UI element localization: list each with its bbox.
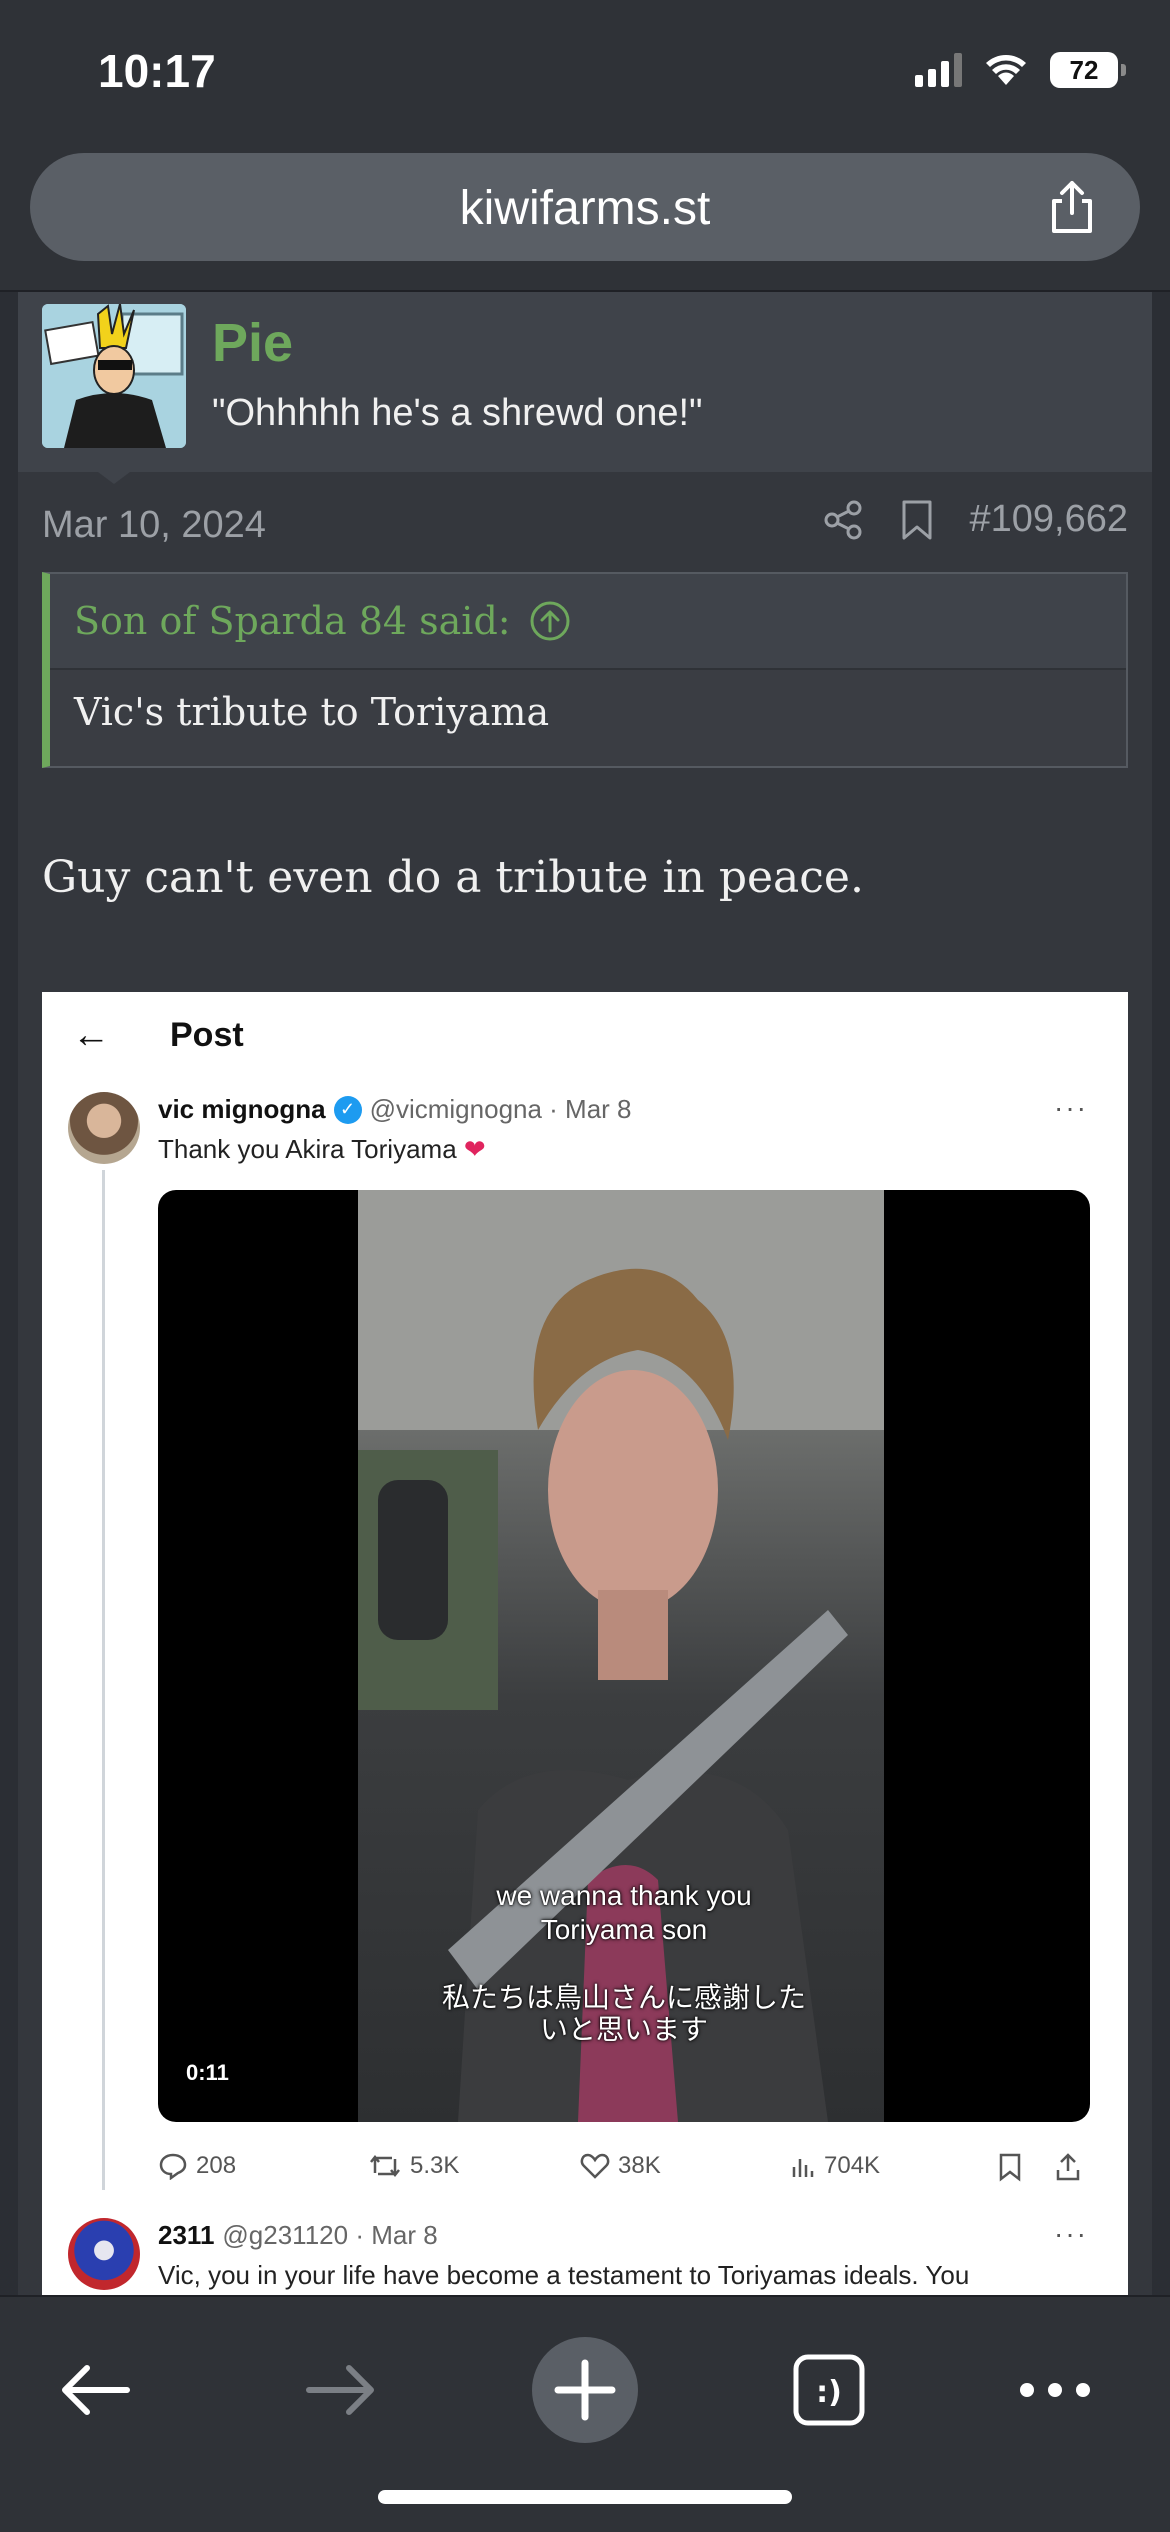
back-icon [62,2365,130,2415]
tweet-bookmark-icon [999,2153,1021,2182]
reply-more-options-icon: ··· [1054,2218,1088,2249]
url-text: kiwifarms.st [459,182,711,235]
tweet-nav-title: Post [170,1016,244,1054]
status-time: 10:17 [98,45,216,97]
quote-header[interactable]: Son of Sparda 84 said: [50,574,1126,670]
reply-count: 208 [158,2152,236,2180]
svg-text::): :) [816,2375,842,2410]
like-count: 38K [580,2152,661,2180]
cellular-signal-icon [915,53,962,87]
avatar-image [42,304,186,448]
back-button[interactable] [40,2335,150,2445]
repost-count: 5.3K [368,2152,459,2180]
post-meta: Mar 10, 2024 #109,662 [42,498,1128,558]
like-icon [580,2153,610,2179]
reply-icon [159,2153,187,2180]
thread-line [102,1170,105,2190]
quote-block: Son of Sparda 84 said: Vic's tribute to … [42,572,1128,768]
more-options-icon: ··· [1054,1092,1088,1123]
tweet-text-content: Thank you Akira Toriyama [158,1134,457,1164]
browser-address-area: kiwifarms.st [0,140,1170,292]
tweet-video: we wanna thank you Toriyama son 私たちは鳥山さん… [158,1190,1090,2122]
share-icon[interactable] [1042,177,1102,237]
tweet-actions: 208 5.3K 38K 704K [158,2152,1090,2192]
tweet-author-name: vic mignogna [158,1094,326,1124]
status-icons: 72 [915,52,1126,88]
tweet-author-line: vic mignogna ✓ @vicmignogna · Mar 8 [158,1094,632,1125]
quote-author: Son of Sparda 84 said: [74,599,511,643]
url-bar[interactable]: kiwifarms.st [30,153,1140,261]
video-duration: 0:11 [186,2060,229,2085]
video-caption-en-2: Toriyama son [540,1914,708,1945]
reply-author-handle: @g231120 · Mar 8 [222,2220,438,2250]
avatar[interactable] [42,304,186,448]
view-count-label: 704K [824,2152,881,2179]
quote-text: Vic's tribute to Toriyama [74,690,550,734]
post-body: Guy can't even do a tribute in peace. [42,852,864,903]
share-post-icon[interactable] [824,500,864,540]
views-icon [792,2159,814,2177]
tweet-text: Thank you Akira Toriyama ❤ [158,1134,486,1165]
repost-count-label: 5.3K [410,2152,460,2179]
bookmark-icon[interactable] [900,499,934,541]
heart-emoji-icon: ❤ [463,1134,486,1164]
tweet-author-avatar [68,1092,140,1164]
reply-text: Vic, you in your life have become a test… [158,2260,970,2290]
more-icon [1020,2383,1090,2397]
video-caption-jp-2: いと思います [539,2014,708,2045]
status-bar: 10:17 72 [0,0,1170,140]
embedded-tweet-image[interactable]: ← Post vic mignogna ✓ @vicmignogna · Mar… [42,992,1128,2295]
battery-icon: 72 [1050,52,1126,88]
forward-button[interactable] [286,2335,396,2445]
reply-count-label: 208 [196,2152,237,2179]
more-button[interactable] [1000,2335,1110,2445]
like-count-label: 38K [618,2152,661,2179]
wifi-icon [986,55,1026,85]
verified-badge-icon: ✓ [333,1095,362,1124]
view-count: 704K [790,2152,880,2180]
new-tab-button[interactable] [530,2335,640,2445]
reply-author-name: 2311 [158,2220,215,2250]
tabs-icon: :) [793,2354,865,2426]
tweet-share-icon [1056,2153,1080,2181]
page-content: Pie "Ohhhhh he's a shrewd one!" Mar 10, … [18,292,1152,2295]
user-title: "Ohhhhh he's a shrewd one!" [212,392,703,434]
reply-author-line: 2311 @g231120 · Mar 8 [158,2220,438,2251]
post-number[interactable]: #109,662 [970,498,1129,541]
post-user-header: Pie "Ohhhhh he's a shrewd one!" [18,292,1152,472]
post-date[interactable]: Mar 10, 2024 [42,504,266,547]
video-caption-en-1: we wanna thank you [496,1880,752,1911]
repost-icon [370,2154,400,2178]
username[interactable]: Pie [212,312,293,374]
home-indicator [378,2490,792,2504]
post-actions: #109,662 [824,498,1129,541]
reply-author-avatar [68,2218,140,2290]
back-arrow-icon: ← [72,1014,110,1056]
tweet-author-handle: @vicmignogna · Mar 8 [369,1094,632,1124]
tabs-button[interactable]: :) [774,2335,884,2445]
tweet-nav: ← Post [72,1014,244,1057]
jump-to-quote-icon[interactable] [529,600,571,642]
header-notch [98,472,130,484]
forward-icon [306,2365,374,2415]
plus-icon [532,2337,638,2443]
